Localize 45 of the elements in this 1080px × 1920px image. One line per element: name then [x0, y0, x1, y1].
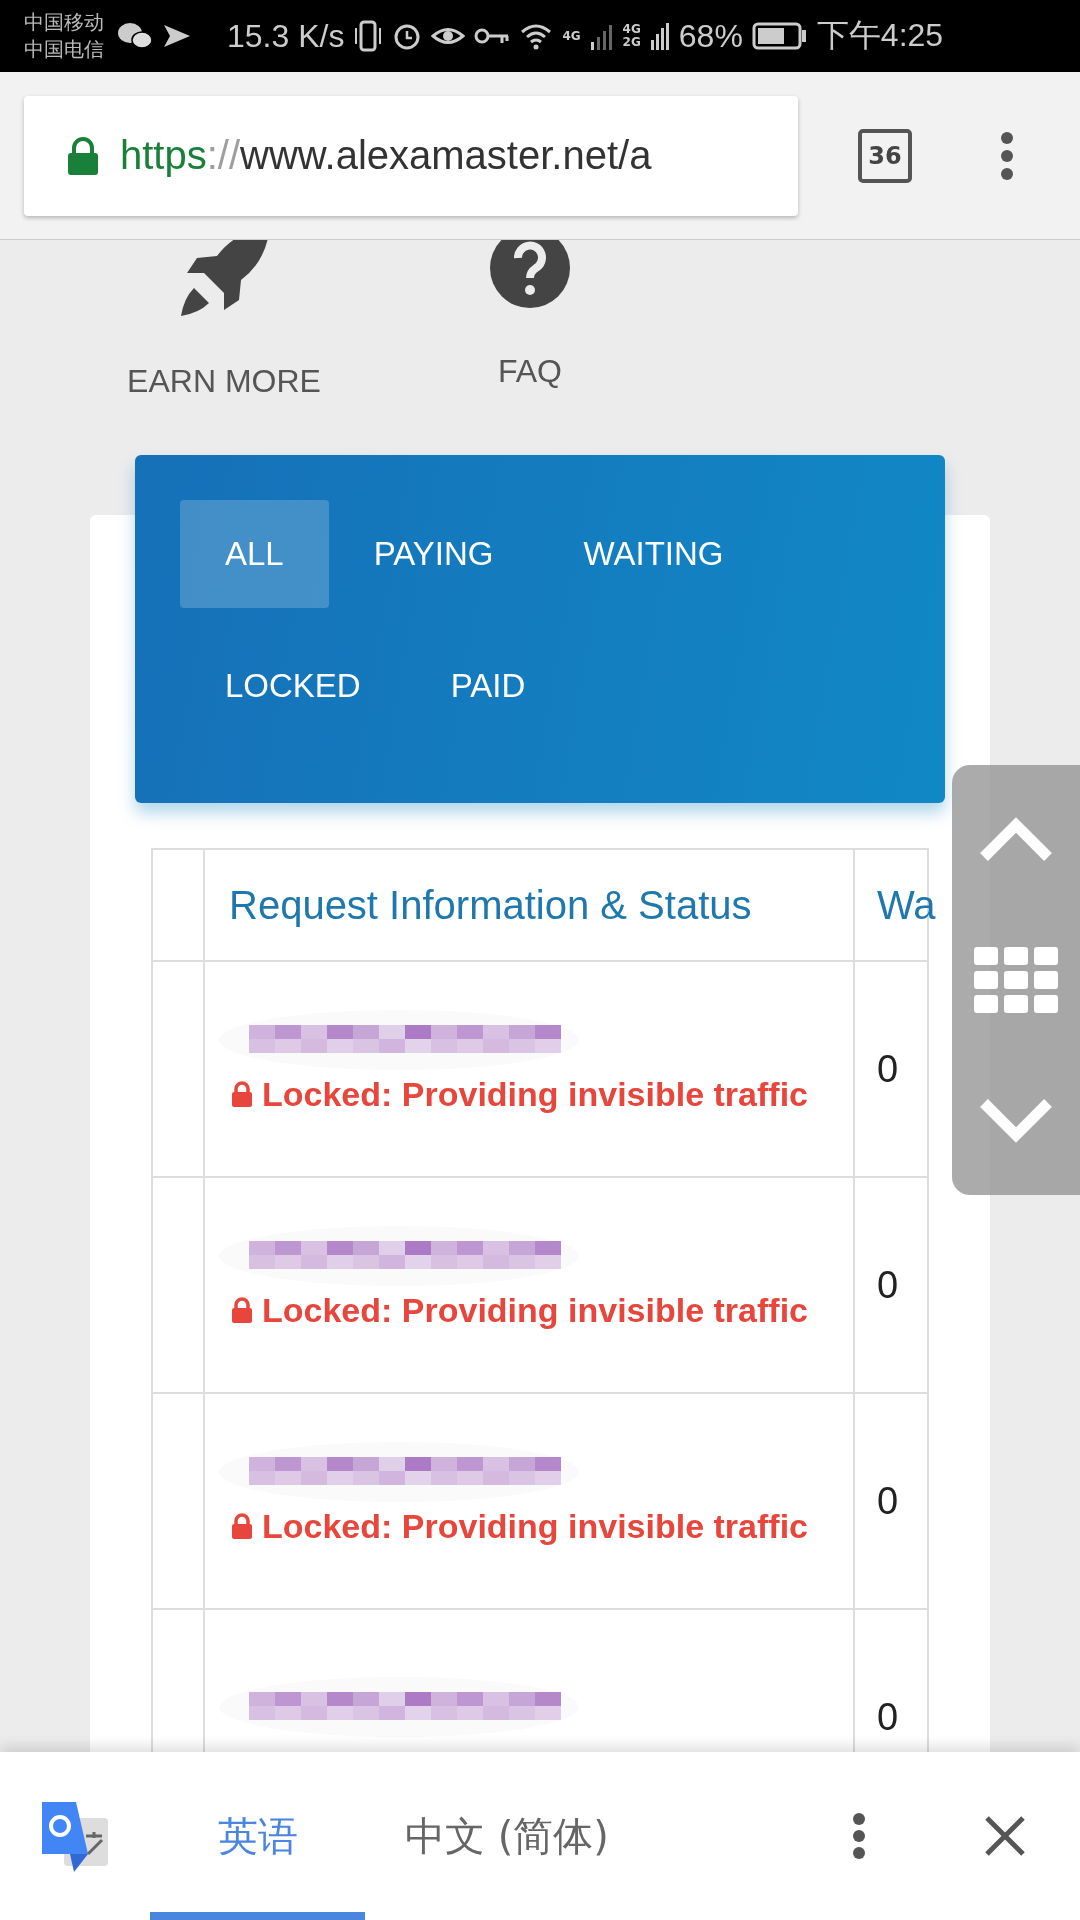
column-header: Wa	[877, 882, 936, 928]
rocket-icon[interactable]	[179, 240, 269, 318]
clock: 下午4:25	[816, 16, 944, 55]
filter-tab[interactable]: ALL	[180, 500, 329, 608]
menu-icon[interactable]	[1000, 130, 1014, 181]
carrier-name: 中国移动	[24, 9, 104, 36]
filter-tab[interactable]: LOCKED	[180, 632, 406, 740]
column-header: Request Information & Status	[229, 882, 752, 928]
signal-icon	[649, 22, 670, 50]
filter-tab[interactable]: PAID	[405, 632, 571, 740]
help-icon[interactable]	[490, 240, 570, 308]
carrier-name: 中国电信	[24, 36, 104, 63]
lock-icon	[231, 1081, 253, 1107]
key-icon	[474, 26, 511, 46]
vibrate-icon	[353, 20, 384, 52]
table-cell: 0	[877, 1479, 899, 1523]
address-bar[interactable]: https://www.alexamaster.net/a	[24, 95, 798, 216]
signal-icon	[589, 22, 614, 50]
table-cell: 0	[877, 1695, 899, 1739]
language-tab[interactable]: 英语	[150, 1752, 365, 1920]
more-icon[interactable]	[852, 1812, 866, 1860]
language-tab[interactable]: 中文 (简体)	[380, 1752, 634, 1920]
network-type: 2G	[622, 36, 641, 49]
lock-icon	[231, 1297, 253, 1323]
lock-icon	[231, 1513, 253, 1539]
battery-icon	[751, 22, 808, 50]
network-type: 4G	[562, 29, 581, 43]
status-text: Locked: Providing invisible traffic	[262, 1290, 808, 1330]
battery-percent: 68%	[678, 17, 743, 55]
network-type: 4G	[622, 23, 641, 36]
network-speed: 15.3 K/s	[227, 17, 345, 55]
table-cell: 0	[877, 1047, 899, 1091]
close-icon[interactable]	[984, 1815, 1026, 1857]
nav-label[interactable]: EARN MORE	[127, 363, 321, 400]
filter-tab[interactable]: WAITING	[538, 500, 769, 608]
chat-icon	[117, 21, 153, 51]
status-text: Locked: Providing invisible traffic	[262, 1074, 808, 1114]
table-cell: 0	[877, 1263, 899, 1307]
status-text: Locked: Providing invisible traffic	[262, 1506, 808, 1546]
translate-logo-icon	[40, 1800, 110, 1872]
url-text: https://www.alexamaster.net/a	[120, 133, 652, 178]
lock-icon	[66, 135, 100, 176]
tab-count-button[interactable]: 36	[858, 128, 912, 183]
nav-label[interactable]: FAQ	[498, 353, 562, 390]
filter-tab[interactable]: PAYING	[328, 500, 539, 608]
